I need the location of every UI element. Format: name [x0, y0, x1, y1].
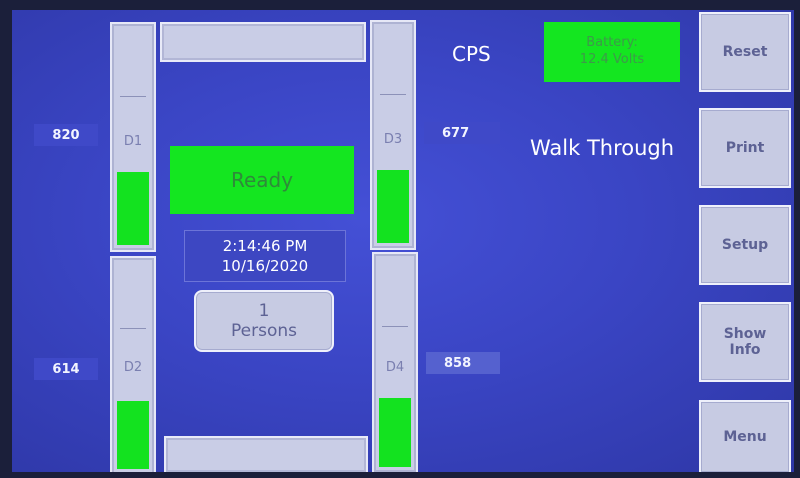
menu-button[interactable]: Menu [699, 400, 791, 472]
d3-readout-value: 677 [442, 125, 470, 141]
reset-button[interactable]: Reset [699, 12, 791, 92]
sensor-d3-gauge: D3 [370, 20, 416, 250]
menu-button-label: Menu [723, 428, 767, 445]
persons-counter[interactable]: 1 Persons [194, 290, 334, 352]
sensor-d1-fill [117, 172, 149, 245]
gauge-tick [382, 326, 408, 327]
d4-readout: 858 [426, 352, 500, 374]
sensor-d2-label: D2 [123, 360, 143, 375]
status-indicator: Ready [170, 146, 354, 214]
top-panel-bar [160, 22, 366, 62]
battery-indicator: Battery: 12.4 Volts [544, 22, 680, 82]
d4-readout-value: 858 [444, 355, 472, 371]
mode-label: Walk Through [530, 136, 675, 160]
setup-button-label: Setup [721, 236, 769, 253]
clock-time: 2:14:46 PM [222, 236, 308, 255]
show-info-button-label-line2: Info [729, 342, 761, 358]
clock-display: 2:14:46 PM 10/16/2020 [184, 230, 346, 282]
sensor-d4-fill [379, 398, 411, 467]
status-text: Ready [230, 168, 294, 192]
sensor-d1-label: D1 [123, 134, 143, 149]
sensor-d2-gauge: D2 [110, 256, 156, 472]
d2-readout-value: 614 [52, 361, 80, 377]
sensor-d1-gauge: D1 [110, 22, 156, 252]
gauge-tick [120, 328, 146, 329]
print-button-label: Print [725, 139, 765, 156]
d1-readout-value: 820 [52, 127, 80, 143]
cps-label: CPS [452, 42, 491, 66]
setup-button[interactable]: Setup [699, 205, 791, 285]
sensor-d2-fill [117, 401, 149, 469]
sensor-d3-fill [377, 170, 409, 243]
d1-readout: 820 [34, 124, 98, 146]
show-info-button[interactable]: Show Info [699, 302, 791, 382]
d2-readout: 614 [34, 358, 98, 380]
bottom-panel-bar [164, 436, 368, 472]
battery-label: Battery: [586, 35, 638, 51]
show-info-button-label-line1: Show [723, 325, 767, 342]
sensor-d4-gauge: D4 [372, 252, 418, 472]
reset-button-label: Reset [722, 43, 768, 60]
gauge-tick [380, 94, 406, 95]
hmi-screen: 820 614 D1 D2 Ready 2:14:46 PM 10/16/202… [12, 10, 794, 472]
sensor-d3-label: D3 [383, 132, 403, 147]
battery-voltage: 12.4 Volts [579, 52, 645, 67]
d3-readout: 677 [424, 122, 500, 144]
clock-date: 10/16/2020 [221, 257, 309, 275]
gauge-tick [120, 96, 146, 97]
persons-label: Persons [231, 321, 297, 341]
print-button[interactable]: Print [699, 108, 791, 188]
sensor-d4-label: D4 [385, 360, 405, 375]
persons-count: 1 [258, 300, 270, 321]
